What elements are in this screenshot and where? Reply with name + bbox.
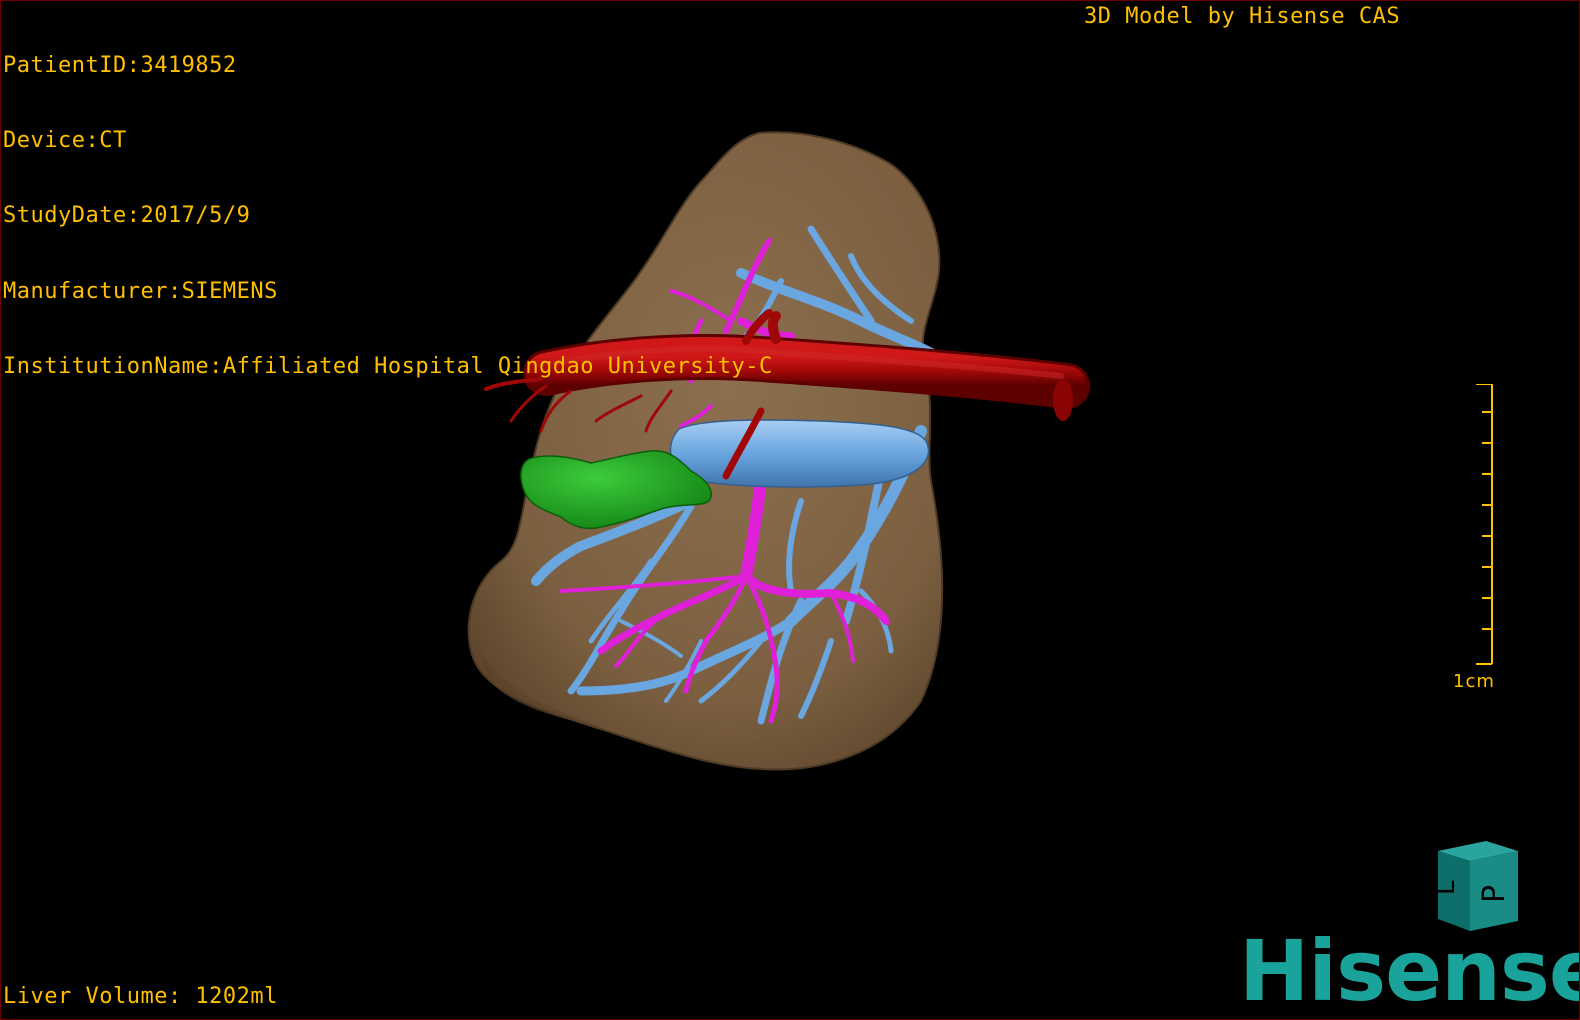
scale-label: 1cm	[1453, 671, 1495, 692]
manufacturer-text: Manufacturer:SIEMENS	[3, 278, 278, 304]
patient-id-text: PatientID:3419852	[3, 53, 237, 78]
hisense-logo: Hisense	[1239, 922, 1580, 1020]
institution-text: InstitutionName:Affiliated Hospital Qing…	[3, 353, 773, 379]
vena-cava	[669, 419, 930, 488]
orientation-face-left: L	[1431, 880, 1461, 895]
scale-bar	[1476, 384, 1493, 665]
orientation-cube[interactable]: L P	[1426, 839, 1526, 935]
3d-viewport[interactable]: PatientID:3419852 Device:CT StudyDate:20…	[0, 0, 1580, 1020]
liver-volume-text: Liver Volume: 1202ml	[3, 984, 278, 1009]
device-text: Device:CT	[3, 128, 127, 154]
study-date-text: StudyDate:2017/5/9	[3, 203, 251, 229]
orientation-face-front: P	[1477, 885, 1512, 903]
model-credit-text: 3D Model by Hisense CAS	[1084, 4, 1401, 29]
study-info-overlay: PatientID:3419852 Device:CT StudyDate:20…	[3, 3, 773, 429]
